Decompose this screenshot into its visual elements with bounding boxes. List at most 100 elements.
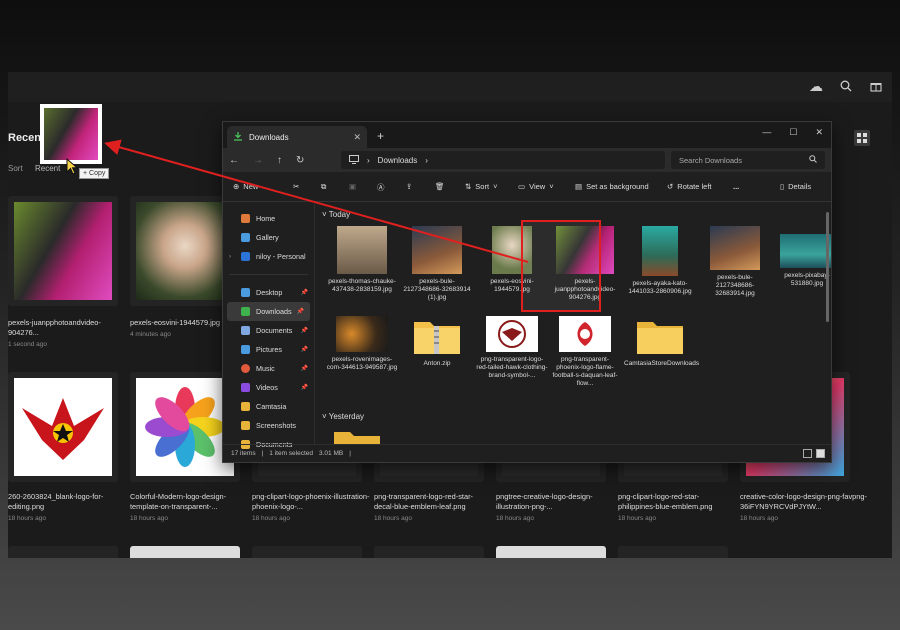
search-input[interactable]: Search Downloads xyxy=(671,151,825,169)
nav-item-home[interactable]: Home xyxy=(223,209,314,228)
nav-item-music[interactable]: Music 📌 xyxy=(223,359,314,378)
refresh-icon[interactable]: ↻ xyxy=(296,155,304,166)
rotate-left-label: Rotate left xyxy=(677,182,712,191)
gift-icon[interactable] xyxy=(868,78,884,94)
item-count: 17 items xyxy=(231,450,256,457)
details-button[interactable]: ▯ Details xyxy=(780,182,811,191)
folder-icon xyxy=(241,421,250,430)
breadcrumb[interactable]: Downloads xyxy=(378,156,418,165)
gallery-tile[interactable] xyxy=(252,546,362,558)
view-button[interactable]: ▭ View ˅ xyxy=(518,182,554,191)
group-label: Today xyxy=(328,210,351,219)
wallpaper-icon: ▤ xyxy=(575,182,583,191)
file-item[interactable]: pexels-thomas-chauke-437438-2838159.jpg xyxy=(326,226,398,294)
gallery-tile[interactable] xyxy=(618,546,728,558)
file-name: pexels-thomas-chauke-437438-2838159.jpg xyxy=(328,278,396,293)
gallery-caption: pexels-juanpphotoandvideo-904276... 1 se… xyxy=(8,318,101,348)
cloud-icon[interactable]: ☁ xyxy=(808,78,824,94)
nav-label: Home xyxy=(256,214,276,223)
delete-icon[interactable]: 🗑 xyxy=(435,182,445,191)
group-yesterday[interactable]: ˅ Yesterday xyxy=(322,412,364,421)
gallery-caption: png-transparent-logo-red-star-decal-blue… xyxy=(374,492,473,522)
nav-item-desktop[interactable]: Desktop 📌 xyxy=(223,283,314,302)
nav-item-onedrive[interactable]: › niloy - Personal xyxy=(223,247,314,266)
folder-icon xyxy=(637,322,683,354)
grid-view-icon[interactable] xyxy=(854,130,870,146)
home-icon xyxy=(241,214,250,223)
file-item[interactable]: png-transparent-logo-red-tailed-hawk-clo… xyxy=(476,316,548,380)
up-icon[interactable]: ↑ xyxy=(277,155,282,166)
file-view: ˅ Today pexels-thomas-chauke-437438-2838… xyxy=(316,204,831,444)
file-item[interactable]: pexels-ayaka-kato-1441033-2860906.jpg xyxy=(624,226,696,296)
gallery-tile[interactable] xyxy=(8,546,118,558)
address-field[interactable]: › Downloads › xyxy=(341,151,665,169)
chevron-down-icon: ˅ xyxy=(493,182,498,191)
share-icon[interactable]: ⇪ xyxy=(406,182,412,191)
file-item[interactable]: pexels-rovenimages-com-344613-949587.jpg xyxy=(326,316,398,372)
maximize-icon[interactable]: ☐ xyxy=(789,127,797,138)
file-item[interactable]: CamtasiaStoreDownloads xyxy=(624,316,699,368)
close-icon[interactable]: ✕ xyxy=(815,127,823,138)
minimize-icon[interactable]: — xyxy=(762,127,771,138)
rotate-left-icon: ↺ xyxy=(667,182,674,191)
cut-icon[interactable]: ✂ xyxy=(293,182,299,191)
divider xyxy=(229,274,308,275)
videos-icon xyxy=(241,383,250,392)
more-options-button[interactable]: ... xyxy=(733,182,739,191)
close-tab-icon[interactable]: ✕ xyxy=(353,132,361,143)
nav-item-gallery[interactable]: Gallery xyxy=(223,228,314,247)
file-item[interactable]: pexels-pixabay-531880.jpg xyxy=(771,226,831,288)
nav-item-downloads[interactable]: Downloads 📌 xyxy=(227,302,310,321)
nav-label: Videos xyxy=(256,383,278,392)
file-name: pexels-bule-2127348686-32683914.jpg xyxy=(715,274,755,297)
thumbnail-view-icon[interactable] xyxy=(816,449,825,458)
nav-label: Screenshots xyxy=(256,421,296,430)
gallery-tile[interactable] xyxy=(8,196,118,306)
new-tab-icon[interactable]: + xyxy=(377,129,384,143)
gallery-tile[interactable] xyxy=(8,372,118,482)
nav-item-videos[interactable]: Videos 📌 xyxy=(223,378,314,397)
nav-label: Pictures xyxy=(256,345,282,354)
music-icon xyxy=(241,364,250,373)
nav-label: Music xyxy=(256,364,275,373)
new-button[interactable]: ⊕ New xyxy=(233,182,258,191)
nav-item-documents[interactable]: Documents 📌 xyxy=(223,321,314,340)
sort-button[interactable]: ⇅ Sort ˅ xyxy=(465,182,497,191)
gallery-tile[interactable] xyxy=(496,546,606,558)
back-icon[interactable]: ← xyxy=(229,155,239,166)
rename-icon[interactable]: Ⓐ xyxy=(377,182,385,193)
gallery-caption: pngtree-creative-logo-design-illustratio… xyxy=(496,492,593,522)
chevron-right-icon: › xyxy=(367,155,370,165)
download-icon xyxy=(241,307,250,316)
folder-icon[interactable] xyxy=(332,428,382,444)
file-item[interactable]: pexels-bule-2127348686-32683914 (1).jpg xyxy=(401,226,473,302)
image-thumbnail xyxy=(710,226,760,270)
rotate-left-button[interactable]: ↺ Rotate left xyxy=(667,182,711,191)
search-placeholder: Search Downloads xyxy=(679,155,742,165)
paste-icon[interactable]: ▣ xyxy=(349,182,356,191)
copy-tooltip: + Copy xyxy=(79,168,110,179)
gallery-tile[interactable] xyxy=(130,546,240,558)
details-view-icon[interactable] xyxy=(803,449,812,458)
nav-item-camtasia[interactable]: Camtasia xyxy=(223,397,314,416)
nav-item-screenshots[interactable]: Screenshots xyxy=(223,416,314,435)
file-item[interactable]: pexels-bule-2127348686-32683914.jpg xyxy=(699,226,771,298)
search-icon[interactable] xyxy=(838,78,854,94)
nav-item-pictures[interactable]: Pictures 📌 xyxy=(223,340,314,359)
pin-icon: 📌 xyxy=(300,366,308,372)
file-item[interactable]: Anton.zip xyxy=(401,316,473,368)
copy-icon[interactable]: ⧉ xyxy=(321,182,326,192)
sort-button[interactable]: Sort xyxy=(8,164,23,173)
group-today[interactable]: ˅ Today xyxy=(322,210,350,219)
zip-folder-icon xyxy=(414,322,460,354)
gallery-caption: creative-color-logo-design-png-favpng-36… xyxy=(740,492,867,522)
pin-icon: 📌 xyxy=(300,328,308,334)
vertical-scrollbar[interactable] xyxy=(826,212,829,322)
gallery-tile[interactable] xyxy=(374,546,484,558)
tab-downloads[interactable]: Downloads ✕ xyxy=(227,126,367,148)
file-item[interactable]: png-transparent-phoenix-logo-flame-footb… xyxy=(549,316,621,388)
recent-filter[interactable]: Recent xyxy=(35,164,60,173)
forward-icon[interactable]: → xyxy=(253,155,263,166)
set-background-button[interactable]: ▤ Set as background xyxy=(575,182,649,191)
view-label: View xyxy=(529,182,546,191)
